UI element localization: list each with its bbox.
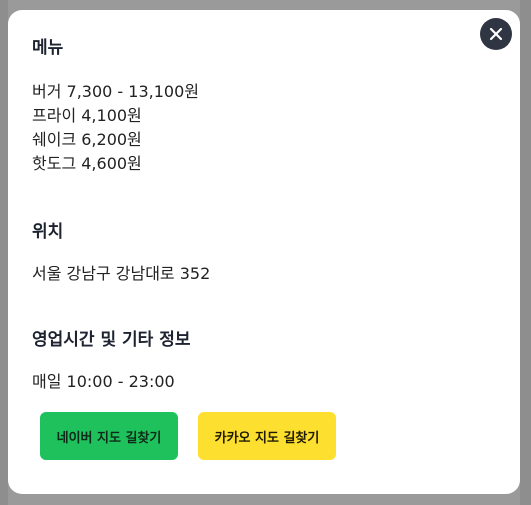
location-title: 위치 (32, 222, 64, 242)
menu-item: 핫도그 4,600원 (32, 154, 142, 173)
menu-item: 쉐이크 6,200원 (32, 130, 142, 149)
close-icon (489, 27, 503, 41)
menu-title: 메뉴 (32, 38, 64, 58)
naver-map-button[interactable]: 네이버 지도 길찾기 (40, 412, 178, 460)
hours-text: 매일 10:00 - 23:00 (32, 372, 175, 391)
location-section: 위치 서울 강남구 강남대로 352 (32, 220, 496, 286)
map-buttons: 네이버 지도 길찾기 카카오 지도 길찾기 (32, 412, 496, 460)
backdrop-right (520, 0, 531, 505)
restaurant-info-modal: 메뉴 버거 7,300 - 13,100원 프라이 4,100원 쉐이크 6,2… (8, 10, 520, 494)
address-text: 서울 강남구 강남대로 352 (32, 264, 211, 283)
backdrop-left (0, 0, 8, 505)
menu-section: 메뉴 버거 7,300 - 13,100원 프라이 4,100원 쉐이크 6,2… (32, 36, 496, 176)
menu-item: 프라이 4,100원 (32, 106, 142, 125)
hours-title: 영업시간 및 기타 정보 (32, 330, 191, 350)
hours-section: 영업시간 및 기타 정보 매일 10:00 - 23:00 (32, 328, 496, 394)
menu-item: 버거 7,300 - 13,100원 (32, 82, 199, 101)
close-button[interactable] (480, 18, 512, 50)
menu-list: 버거 7,300 - 13,100원 프라이 4,100원 쉐이크 6,200원… (32, 80, 496, 176)
kakao-map-button[interactable]: 카카오 지도 길찾기 (198, 412, 336, 460)
